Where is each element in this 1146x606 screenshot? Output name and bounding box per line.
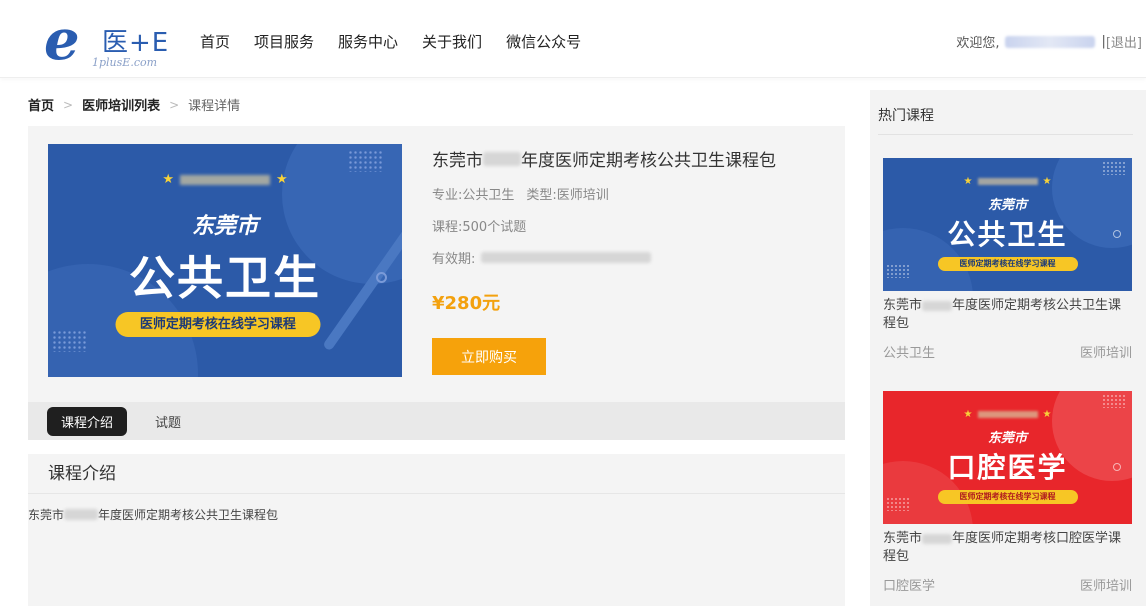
hot-course-meta: 口腔医学 医师培训 (883, 575, 1132, 594)
hot-course-year-redacted (922, 533, 953, 544)
logo-text: 医+E (102, 28, 170, 58)
hot-course-title[interactable]: 东莞市 年度医师定期考核公共卫生课程包 (883, 297, 1132, 333)
intro-text-suffix: 年度医师定期考核公共卫生课程包 (98, 508, 279, 522)
logo-mark: e (44, 7, 80, 73)
thumb-city: 东莞市 (987, 431, 1027, 446)
course-detail-panel: ★ ★ 东莞市 公共卫生 医师定期考核在线学习课程 东莞市 年度医师定期考核公共卫… (28, 126, 845, 402)
cover-banner: 医师定期考核在线学习课程 (115, 312, 321, 337)
hot-course-card[interactable]: ★ ★ 东莞市 口腔医学 医师定期考核在线学习课程 东莞市 年度医师定期考核口腔医学… (883, 391, 1132, 594)
course-intro-section: 课程介绍 东莞市 年度医师定期考核公共卫生课程包 (28, 454, 845, 606)
intro-text: 东莞市 年度医师定期考核公共卫生课程包 (28, 494, 845, 523)
breadcrumb-home[interactable]: 首页 (28, 95, 54, 114)
thumb-year-redacted (977, 410, 1038, 418)
course-validity-label: 有效期: (432, 252, 476, 267)
star-icon: ★ (162, 172, 174, 187)
cover-decor-dots (348, 150, 382, 172)
nav-about-us[interactable]: 关于我们 (422, 31, 482, 52)
cover-year-redacted (180, 174, 270, 185)
course-title-prefix: 东莞市 (432, 151, 483, 171)
cover-decor-dots (52, 330, 86, 352)
thumb-headline: 公共卫生 (947, 218, 1068, 251)
thumb-decor-dots (886, 497, 910, 511)
hot-course-title[interactable]: 东莞市 年度医师定期考核口腔医学课程包 (883, 530, 1132, 566)
breadcrumb-training-list[interactable]: 医师培训列表 (82, 95, 160, 114)
hot-course-meta: 公共卫生 医师培训 (883, 342, 1132, 361)
thumb-headline: 口腔医学 (947, 451, 1068, 484)
cover-headline: 公共卫生 (129, 251, 321, 305)
course-validity-redacted (481, 252, 652, 263)
star-icon: ★ (1042, 176, 1052, 187)
hot-course-card[interactable]: ★ ★ 东莞市 公共卫生 医师定期考核在线学习课程 东莞市 年度医师定期考核公共卫生… (883, 158, 1132, 361)
star-icon: ★ (963, 176, 973, 187)
hot-course-specialty: 公共卫生 (883, 346, 936, 361)
thumb-banner: 医师定期考核在线学习课程 (937, 257, 1078, 271)
nav-home[interactable]: 首页 (200, 31, 230, 52)
main-nav: 首页 项目服务 服务中心 关于我们 微信公众号 (200, 31, 605, 52)
thumb-year-line: ★ ★ (883, 176, 1132, 187)
logout-link[interactable]: [退出] (1106, 32, 1142, 51)
course-lessons: 课程:500个试题 (432, 220, 527, 235)
thumb-city: 东莞市 (987, 198, 1027, 213)
hot-course-title-prefix: 东莞市 (883, 531, 923, 546)
thumb-year-line: ★ ★ (883, 409, 1132, 420)
hot-course-title-prefix: 东莞市 (883, 298, 923, 313)
course-title: 东莞市 年度医师定期考核公共卫生课程包 (432, 146, 776, 171)
hot-course-specialty: 口腔医学 (883, 579, 936, 594)
cover-city: 东莞市 (191, 214, 258, 239)
thumb-decor-dots (1102, 394, 1126, 408)
course-tabs: 课程介绍 试题 (28, 402, 845, 440)
tab-questions[interactable]: 试题 (141, 407, 195, 436)
chevron-right-icon: > (169, 97, 180, 112)
hot-course-type: 医师培训 (1079, 346, 1132, 361)
course-title-suffix: 年度医师定期考核公共卫生课程包 (521, 151, 776, 171)
nav-wechat[interactable]: 微信公众号 (506, 31, 581, 52)
chevron-right-icon: > (63, 97, 74, 112)
intro-heading: 课程介绍 (28, 454, 845, 494)
hot-courses-heading: 热门课程 (878, 108, 934, 124)
breadcrumb-current: 课程详情 (188, 99, 241, 114)
thumb-year-redacted (977, 177, 1038, 185)
cover-year-line: ★ ★ (48, 172, 402, 187)
course-type: 类型:医师培训 (526, 188, 609, 203)
logo-subtext: 1plusE.com (92, 56, 158, 69)
hot-course-type: 医师培训 (1079, 579, 1132, 594)
user-area: 欢迎您, | [退出] (956, 32, 1142, 51)
sidebar-divider (878, 134, 1133, 135)
course-price: ¥280元 (432, 293, 501, 314)
nav-service-center[interactable]: 服务中心 (338, 31, 398, 52)
hot-courses-sidebar: 热门课程 ★ ★ 东莞市 公共卫生 医师定期考核在线学习课程 东莞市 年度医师定期考… (870, 90, 1146, 606)
course-lessons-row: 课程:500个试题 (432, 216, 776, 235)
star-icon: ★ (276, 172, 288, 187)
intro-text-prefix: 东莞市 (28, 508, 65, 522)
buy-now-button[interactable]: 立即购买 (432, 338, 546, 375)
course-year-redacted (483, 151, 521, 166)
top-header: e 医+E 1plusE.com 首页 项目服务 服务中心 关于我们 微信公众号… (0, 0, 1146, 78)
welcome-text: 欢迎您, (956, 36, 1000, 51)
hot-course-thumbnail[interactable]: ★ ★ 东莞市 口腔医学 医师定期考核在线学习课程 (883, 391, 1132, 524)
course-cover-image: ★ ★ 东莞市 公共卫生 医师定期考核在线学习课程 (48, 144, 402, 377)
course-validity-row: 有效期: (432, 248, 776, 267)
course-meta-row: 专业:公共卫生 类型:医师培训 (432, 184, 776, 203)
thumb-banner: 医师定期考核在线学习课程 (937, 490, 1078, 504)
hot-course-year-redacted (922, 300, 953, 311)
course-info: 东莞市 年度医师定期考核公共卫生课程包 专业:公共卫生 类型:医师培训 课程:5… (432, 146, 776, 315)
intro-year-redacted (64, 509, 99, 520)
thumb-decor-dots (886, 264, 910, 278)
star-icon: ★ (1042, 409, 1052, 420)
nav-project-services[interactable]: 项目服务 (254, 31, 314, 52)
thumb-decor-dots (1102, 161, 1126, 175)
tab-course-intro[interactable]: 课程介绍 (47, 406, 128, 436)
user-phone-redacted (1005, 35, 1096, 48)
site-logo[interactable]: e 医+E 1plusE.com (44, 12, 174, 72)
breadcrumb: 首页 > 医师培训列表 > 课程详情 (28, 95, 241, 115)
star-icon: ★ (963, 409, 973, 420)
course-specialty: 专业:公共卫生 (432, 188, 515, 203)
hot-course-thumbnail[interactable]: ★ ★ 东莞市 公共卫生 医师定期考核在线学习课程 (883, 158, 1132, 291)
